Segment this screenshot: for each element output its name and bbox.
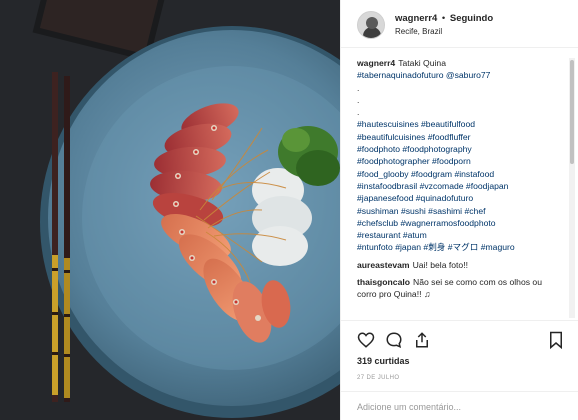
tataki-plate-illustration <box>0 0 340 420</box>
hashtag-line[interactable]: #ntunfoto #japan #刺身 #マグロ #maguro <box>357 241 563 253</box>
hashtag-line[interactable]: #foodphotographer #foodporn <box>357 155 563 167</box>
caption-line: . <box>357 82 360 93</box>
comments-list[interactable]: wagnerr4 Tataki Quina #tabernaquinadofutu… <box>357 57 563 319</box>
comment-item: aureastevam Uai! bela foto!! <box>357 259 563 271</box>
caption-author[interactable]: wagnerr4 <box>357 58 395 68</box>
comment-item: thaisgoncalo Não sei se como com os olhos… <box>357 276 563 301</box>
user-avatar-icon[interactable] <box>357 11 385 39</box>
comment-author[interactable]: thaisgoncalo <box>357 277 410 287</box>
comment-author[interactable]: aureastevam <box>357 260 410 270</box>
caption-line: Tataki Quina <box>398 58 446 68</box>
comment-bubble-icon[interactable] <box>385 331 403 349</box>
hashtag-line[interactable]: #food_glooby #foodgram #instafood <box>357 168 563 180</box>
add-comment-bar <box>341 391 578 420</box>
scrollbar-thumb[interactable] <box>570 60 574 164</box>
hashtag-line[interactable]: #foodphoto #foodphotography <box>357 143 563 155</box>
hashtag-line[interactable]: #beautifulcuisines #foodfluffer <box>357 131 563 143</box>
hashtag-line[interactable]: #hautescuisines #beautifulfood <box>357 118 563 130</box>
caption-line[interactable]: #tabernaquinadofuturo @saburo77 <box>357 69 563 81</box>
post-side-panel: wagnerr4 • Seguindo Recife, Brazil wagne… <box>340 0 578 420</box>
bookmark-icon[interactable] <box>547 331 565 349</box>
instagram-post-viewer: wagnerr4 • Seguindo Recife, Brazil wagne… <box>0 0 578 420</box>
hashtag-line[interactable]: #sushiman #sushi #sashimi #chef <box>357 205 563 217</box>
follow-status-button[interactable]: Seguindo <box>450 13 493 24</box>
add-comment-input[interactable] <box>357 399 557 415</box>
header-line: wagnerr4 • Seguindo <box>395 13 493 24</box>
share-icon[interactable] <box>413 331 431 349</box>
caption: wagnerr4 Tataki Quina #tabernaquinadofutu… <box>357 57 563 254</box>
username-link[interactable]: wagnerr4 <box>395 13 437 24</box>
location-link[interactable]: Recife, Brazil <box>395 27 442 36</box>
comment-text: Uai! bela foto!! <box>412 259 468 270</box>
likes-count[interactable]: 319 curtidas <box>357 356 410 366</box>
post-header: wagnerr4 • Seguindo Recife, Brazil <box>341 0 578 48</box>
caption-line: . <box>357 107 360 118</box>
caption-line: . <box>357 94 360 105</box>
hashtag-line[interactable]: #japanesefood #quinadofuturo <box>357 192 563 204</box>
hashtag-line[interactable]: #instafoodbrasil #vzcomade #foodjapan <box>357 180 563 192</box>
hashtag-line[interactable]: #restaurant #atum <box>357 229 563 241</box>
post-photo[interactable] <box>0 0 340 420</box>
hashtag-line[interactable]: #chefsclub #wagnerramosfoodphoto <box>357 217 563 229</box>
separator-dot: • <box>441 13 446 24</box>
post-date: 27 DE JULHO <box>357 375 400 381</box>
heart-icon[interactable] <box>357 331 375 349</box>
post-actions: 319 curtidas 27 DE JULHO <box>341 320 578 420</box>
caption-first-line: wagnerr4 Tataki Quina <box>357 57 563 69</box>
